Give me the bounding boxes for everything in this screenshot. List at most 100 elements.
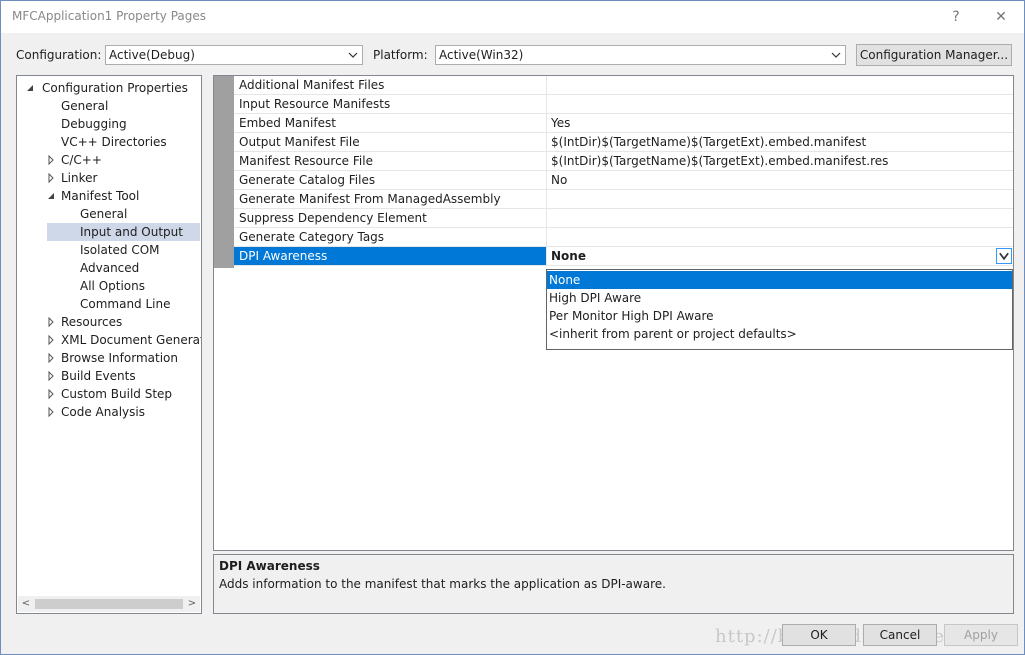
- property-name: Generate Category Tags: [234, 228, 547, 246]
- tree-item[interactable]: Manifest Tool: [17, 187, 200, 205]
- property-value[interactable]: $(IntDir)$(TargetName)$(TargetExt).embed…: [547, 133, 1013, 151]
- description-panel: DPI Awareness Adds information to the ma…: [213, 554, 1014, 614]
- dropdown-option[interactable]: Per Monitor High DPI Aware: [547, 307, 1012, 325]
- dpi-awareness-dropdown-list: None High DPI Aware Per Monitor High DPI A…: [546, 269, 1013, 350]
- tree-item[interactable]: Resources: [17, 313, 200, 331]
- tree-item[interactable]: VC++ Directories: [17, 133, 200, 151]
- tree-item[interactable]: Debugging: [17, 115, 200, 133]
- tree-item[interactable]: Isolated COM: [47, 241, 200, 259]
- dropdown-option[interactable]: High DPI Aware: [547, 289, 1012, 307]
- collapsed-triangle-icon[interactable]: [46, 155, 56, 165]
- property-value[interactable]: [547, 209, 1013, 227]
- property-row[interactable]: Output Manifest File $(IntDir)$(TargetNam…: [234, 133, 1013, 152]
- window-title: MFCApplication1 Property Pages: [12, 9, 207, 23]
- configuration-manager-button[interactable]: Configuration Manager...: [856, 44, 1012, 66]
- tree-item[interactable]: Custom Build Step: [17, 385, 200, 403]
- property-name: Generate Catalog Files: [234, 171, 547, 189]
- property-row[interactable]: Generate Category Tags: [234, 228, 1013, 247]
- scroll-right-icon[interactable]: >: [184, 596, 200, 612]
- configuration-label: Configuration:: [16, 48, 102, 62]
- expanded-triangle-icon[interactable]: [25, 83, 35, 93]
- tree-item-label: All Options: [80, 279, 145, 293]
- title-bar: MFCApplication1 Property Pages ? ✕: [1, 1, 1024, 33]
- description-text: Adds information to the manifest that ma…: [219, 577, 666, 591]
- description-title: DPI Awareness: [219, 559, 320, 573]
- cancel-button[interactable]: Cancel: [863, 624, 937, 646]
- platform-label: Platform:: [373, 48, 428, 62]
- scrollbar-thumb[interactable]: [35, 599, 183, 609]
- tree-item[interactable]: Code Analysis: [17, 403, 200, 421]
- tree-item[interactable]: General: [47, 205, 200, 223]
- tree-item-label: Resources: [61, 315, 123, 329]
- property-name: Embed Manifest: [234, 114, 547, 132]
- tree-item[interactable]: Build Events: [17, 367, 200, 385]
- property-value[interactable]: Yes: [547, 114, 1013, 132]
- tree-item[interactable]: Linker: [17, 169, 200, 187]
- scroll-left-icon[interactable]: <: [18, 596, 34, 612]
- apply-button[interactable]: Apply: [944, 624, 1018, 646]
- tree-item-label: Linker: [61, 171, 98, 185]
- tree-item[interactable]: Advanced: [47, 259, 200, 277]
- property-name: Input Resource Manifests: [234, 95, 547, 113]
- dropdown-option[interactable]: <inherit from parent or project defaults…: [547, 325, 1012, 343]
- tree-item-label: Code Analysis: [61, 405, 145, 419]
- tree-item-label: Browse Information: [61, 351, 178, 365]
- tree-item[interactable]: All Options: [47, 277, 200, 295]
- property-value[interactable]: No: [547, 171, 1013, 189]
- tree-item[interactable]: General: [17, 97, 200, 115]
- property-name: Generate Manifest From ManagedAssembly: [234, 190, 547, 208]
- property-row[interactable]: Input Resource Manifests: [234, 95, 1013, 114]
- property-name: Suppress Dependency Element: [234, 209, 547, 227]
- tree-item-label: VC++ Directories: [61, 135, 167, 149]
- help-button[interactable]: ?: [936, 3, 976, 31]
- property-value[interactable]: $(IntDir)$(TargetName)$(TargetExt).embed…: [547, 152, 1013, 170]
- property-name: DPI Awareness: [234, 247, 547, 265]
- property-value[interactable]: [547, 190, 1013, 208]
- configuration-value: Active(Debug): [109, 48, 195, 62]
- collapsed-triangle-icon[interactable]: [46, 371, 56, 381]
- property-row[interactable]: Suppress Dependency Element: [234, 209, 1013, 228]
- tree-item[interactable]: Configuration Properties: [17, 79, 200, 97]
- tree-item-label: Isolated COM: [80, 243, 160, 257]
- chevron-down-icon: [999, 252, 1009, 261]
- property-name: Output Manifest File: [234, 133, 547, 151]
- collapsed-triangle-icon[interactable]: [46, 317, 56, 327]
- chevron-down-icon: [831, 52, 841, 58]
- expanded-triangle-icon[interactable]: [46, 191, 56, 201]
- property-row[interactable]: Manifest Resource File $(IntDir)$(TargetN…: [234, 152, 1013, 171]
- tree-item[interactable]: XML Document Generator: [17, 331, 202, 349]
- tree-item[interactable]: C/C++: [17, 151, 200, 169]
- collapsed-triangle-icon[interactable]: [46, 335, 56, 345]
- property-row[interactable]: DPI Awareness None: [234, 247, 1013, 266]
- tree-item[interactable]: Input and Output: [47, 223, 200, 241]
- ok-button[interactable]: OK: [782, 624, 856, 646]
- tree-item-label: XML Document Generator: [61, 333, 202, 347]
- property-value[interactable]: [547, 95, 1013, 113]
- dpi-dropdown-button[interactable]: [996, 248, 1012, 264]
- property-pages-window: MFCApplication1 Property Pages ? ✕ Confi…: [0, 0, 1025, 655]
- collapsed-triangle-icon[interactable]: [46, 353, 56, 363]
- tree-item[interactable]: Browse Information: [17, 349, 200, 367]
- property-tree: Configuration Properties General Debugging…: [16, 75, 202, 614]
- dropdown-option[interactable]: None: [547, 271, 1012, 289]
- collapsed-triangle-icon[interactable]: [46, 407, 56, 417]
- property-value[interactable]: None: [547, 247, 1013, 265]
- configuration-select[interactable]: Active(Debug): [105, 45, 363, 65]
- tree-horizontal-scrollbar[interactable]: < >: [18, 596, 200, 612]
- tree-item-label: General: [80, 207, 128, 221]
- tree-item-label: Configuration Properties: [42, 81, 188, 95]
- close-button[interactable]: ✕: [981, 3, 1021, 31]
- property-value[interactable]: [547, 76, 1013, 94]
- tree-item-label: Advanced: [80, 261, 140, 275]
- property-row[interactable]: Generate Catalog Files No: [234, 171, 1013, 190]
- tree-item[interactable]: Command Line: [47, 295, 200, 313]
- property-row[interactable]: Additional Manifest Files: [234, 76, 1013, 95]
- property-row[interactable]: Embed Manifest Yes: [234, 114, 1013, 133]
- platform-select[interactable]: Active(Win32): [435, 45, 846, 65]
- collapsed-triangle-icon[interactable]: [46, 173, 56, 183]
- collapsed-triangle-icon[interactable]: [46, 389, 56, 399]
- tree-item-label: Build Events: [61, 369, 136, 383]
- property-row[interactable]: Generate Manifest From ManagedAssembly: [234, 190, 1013, 209]
- property-value[interactable]: [547, 228, 1013, 246]
- tree-item-label: Custom Build Step: [61, 387, 173, 401]
